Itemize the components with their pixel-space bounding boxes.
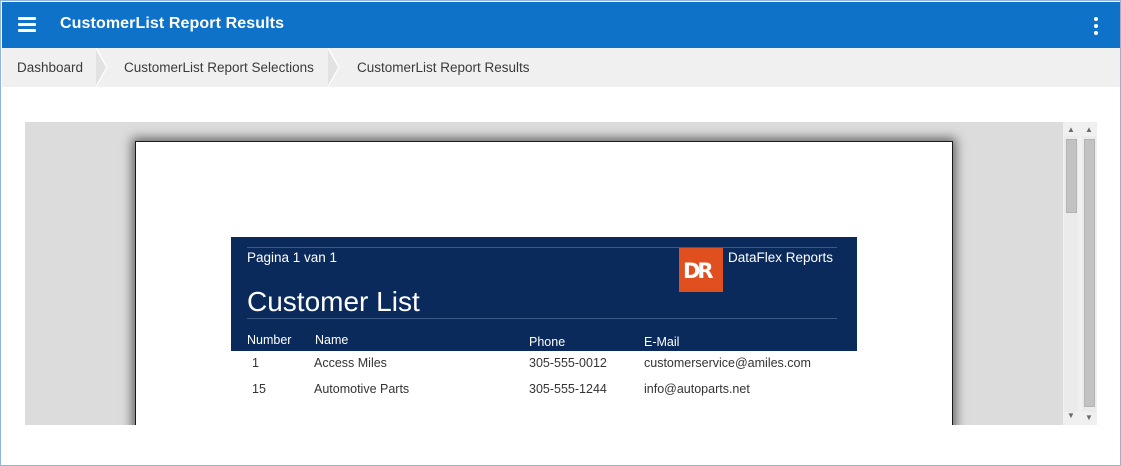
cell-number: 1 [252,356,259,370]
breadcrumb-item-selections[interactable]: CustomerList Report Selections [124,48,314,87]
app-title: CustomerList Report Results [60,15,285,32]
more-options-icon[interactable] [1088,15,1104,37]
column-header-phone: Phone [529,335,566,349]
breadcrumb: Dashboard CustomerList Report Selections… [2,48,1120,87]
top-app-bar: CustomerList Report Results [2,2,1120,48]
report-header-banner: Pagina 1 van 1 DR DataFlex Reports Custo… [231,237,857,351]
cell-name: Automotive Parts [314,382,410,396]
divider [247,247,837,248]
report-title: Customer List [247,286,420,317]
app-window: CustomerList Report Results Dashboard Cu… [0,0,1121,466]
scrollbar-thumb[interactable] [1066,139,1077,213]
page-indicator: Pagina 1 van 1 [247,250,338,265]
breadcrumb-item-dashboard[interactable]: Dashboard [17,48,83,87]
hamburger-menu-icon[interactable] [18,15,38,33]
cell-phone: 305-555-0012 [529,356,607,370]
column-header-email: E-Mail [644,335,680,349]
scroll-down-arrow-icon[interactable]: ▼ [1064,410,1078,422]
report-page: Pagina 1 van 1 DR DataFlex Reports Custo… [135,141,953,425]
column-header-number: Number [247,333,292,347]
cell-email: customerservice@amiles.com [644,356,811,370]
breadcrumb-separator-icon [96,48,108,87]
breadcrumb-item-results: CustomerList Report Results [357,60,530,75]
scroll-up-arrow-icon[interactable]: ▲ [1064,124,1078,136]
cell-number: 15 [252,382,266,396]
dataflex-reports-logo-icon: DR [679,248,723,292]
logo-text: DR [683,259,714,283]
scroll-down-arrow-icon[interactable]: ▼ [1082,412,1096,424]
column-header-name: Name [315,333,349,347]
report-viewer[interactable]: Pagina 1 van 1 DR DataFlex Reports Custo… [25,122,1097,425]
cell-phone: 305-555-1244 [529,382,607,396]
breadcrumb-separator-icon [328,48,340,87]
divider [247,318,837,319]
vertical-scrollbar[interactable]: ▲ ▲ ▼ ▼ [1063,122,1097,425]
scrollbar-thumb[interactable] [1084,139,1095,407]
cell-name: Access Miles [314,356,387,370]
scroll-up-arrow-icon[interactable]: ▲ [1082,124,1096,136]
brand-name: DataFlex Reports [728,250,834,265]
cell-email: info@autoparts.net [644,382,750,396]
